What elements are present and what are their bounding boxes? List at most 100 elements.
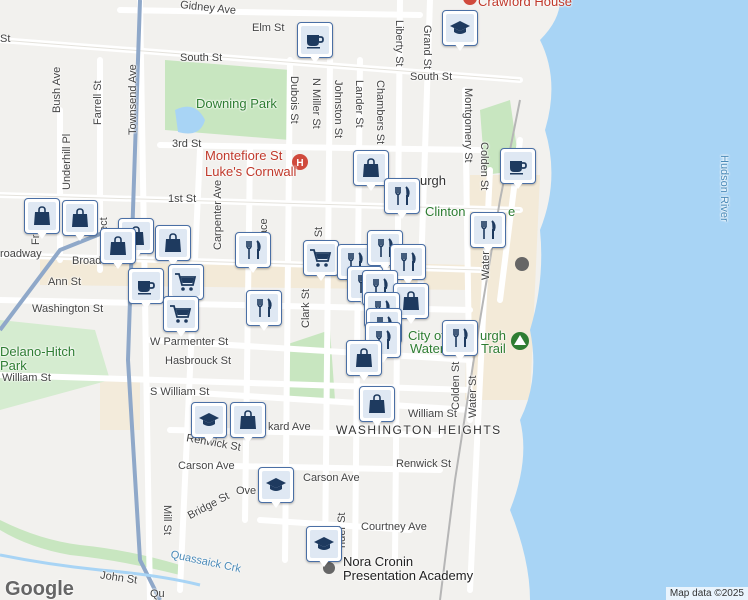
street-label-ove: Ove: [236, 485, 257, 497]
fork-knife-icon: [446, 324, 474, 352]
waterfront-label-2b: Trail: [481, 341, 506, 356]
crawford-house-label: Crawford House: [478, 0, 572, 9]
fork-knife-marker[interactable]: [235, 232, 271, 276]
street-label-packard: kard Ave: [268, 421, 311, 433]
street-label-grand: Grand St: [421, 25, 433, 70]
fork-knife-marker[interactable]: [384, 178, 420, 222]
graduation-cap-marker[interactable]: [442, 10, 478, 54]
street-label-courtney: Courtney Ave: [361, 521, 427, 533]
shopping-cart-icon: [167, 300, 195, 328]
graduation-cap-icon: [262, 471, 290, 499]
shopping-bag-marker[interactable]: [155, 225, 191, 269]
clinton-label-tail: e: [508, 204, 516, 219]
shopping-bag-marker[interactable]: [230, 402, 266, 446]
shopping-bag-icon: [159, 229, 187, 257]
park-label-downing: Downing Park: [196, 96, 277, 111]
street-label-south-right: South St: [410, 71, 453, 83]
street-label-farrell: Farrell St: [92, 80, 104, 125]
coffee-cup-icon: [504, 152, 532, 180]
street-label-s-william: S William St: [150, 386, 210, 398]
school-label-2: Presentation Academy: [343, 568, 474, 583]
map-attribution[interactable]: Map data ©2025: [665, 587, 748, 600]
shopping-bag-icon: [28, 202, 56, 230]
hospital-label-2: Luke's Cornwall: [205, 164, 297, 179]
map[interactable]: H Gidney Ave Elm St St South St South St…: [0, 0, 748, 600]
shopping-bag-marker[interactable]: [346, 340, 382, 384]
fork-knife-marker[interactable]: [246, 290, 282, 334]
school-label-1: Nora Cronin: [343, 554, 414, 569]
street-label-mill: Mill St: [161, 505, 173, 535]
coffee-cup-icon: [301, 26, 329, 54]
street-label-carpenter: Carpenter Ave: [212, 179, 224, 250]
city-label-newburgh: urgh: [420, 173, 447, 188]
street-label-lander: Lander St: [353, 80, 365, 128]
fork-knife-icon: [239, 236, 267, 264]
street-label-south-left: St: [0, 33, 11, 45]
shopping-bag-marker[interactable]: [100, 228, 136, 272]
svg-text:H: H: [296, 158, 303, 169]
street-label-ann: Ann St: [48, 276, 82, 288]
street-label-renwick-right: Renwick St: [396, 458, 452, 470]
street-label-chambers: Chambers St: [374, 80, 386, 145]
street-label-water-bottom: Water St: [467, 375, 479, 418]
street-label-colden-top: Colden St: [478, 142, 490, 191]
street-label-third: 3rd St: [172, 138, 202, 150]
street-label-n-miller: N Miller St: [310, 78, 322, 129]
fork-knife-icon: [474, 216, 502, 244]
street-label-liberty: Liberty St: [393, 20, 405, 67]
shopping-bag-icon: [66, 204, 94, 232]
street-label-colden-bottom: Colden St: [450, 361, 462, 410]
coffee-cup-marker[interactable]: [500, 148, 536, 192]
street-label-montgomery: Montgomery St: [462, 88, 474, 163]
shopping-bag-marker[interactable]: [62, 200, 98, 244]
fork-knife-icon: [388, 182, 416, 210]
shopping-cart-marker[interactable]: [163, 296, 199, 340]
street-label-broadway-left: roadway: [0, 248, 42, 260]
graduation-cap-marker[interactable]: [191, 402, 227, 446]
fork-knife-icon: [394, 248, 422, 276]
fork-knife-icon: [250, 294, 278, 322]
shopping-bag-icon: [234, 406, 262, 434]
street-label-clark: Clark St: [300, 288, 312, 328]
coffee-cup-marker[interactable]: [297, 22, 333, 66]
street-label-hasbrouck: Hasbrouck St: [165, 355, 232, 367]
street-label-elm: Elm St: [252, 22, 285, 34]
street-label-carson-left: Carson Ave: [178, 460, 235, 472]
shopping-bag-icon: [363, 390, 391, 418]
street-label-dubois: Dubois St: [288, 76, 300, 124]
shopping-bag-icon: [357, 154, 385, 182]
street-label-south-mid: South St: [180, 52, 223, 64]
shopping-bag-marker[interactable]: [359, 386, 395, 430]
street-label-bush: Bush Ave: [51, 66, 63, 113]
graduation-cap-marker[interactable]: [306, 526, 342, 570]
google-logo: Google: [5, 578, 74, 600]
fork-knife-marker[interactable]: [470, 212, 506, 256]
street-label-first: 1st St: [168, 193, 197, 205]
coffee-cup-marker[interactable]: [128, 268, 164, 312]
hospital-label-1: Montefiore St: [205, 148, 283, 163]
street-label-underhill: Underhill Pl: [61, 133, 73, 190]
shopping-cart-marker[interactable]: [303, 240, 339, 284]
street-label-townsend: Townsend Ave: [127, 64, 139, 135]
clinton-label: Clinton: [425, 204, 466, 219]
fork-knife-marker[interactable]: [442, 320, 478, 364]
river-label: Hudson River: [718, 155, 730, 222]
graduation-cap-icon: [195, 406, 223, 434]
coffee-cup-icon: [132, 272, 160, 300]
shopping-cart-icon: [172, 268, 200, 296]
shopping-bag-icon: [104, 232, 132, 260]
shopping-cart-icon: [307, 244, 335, 272]
street-label-carson-right: Carson Ave: [303, 472, 360, 484]
street-label-johnston: Johnston St: [332, 80, 344, 139]
street-label-william: William St: [2, 372, 51, 384]
park-label-delano-1: Delano-Hitch: [0, 344, 76, 359]
graduation-cap-icon: [446, 14, 474, 42]
park-label-delano-2: Park: [0, 358, 27, 373]
graduation-cap-marker[interactable]: [258, 467, 294, 511]
shopping-bag-marker[interactable]: [24, 198, 60, 242]
waterfront-label-2a: Water: [410, 341, 445, 356]
graduation-cap-icon: [310, 530, 338, 558]
street-label-washington: Washington St: [32, 303, 104, 315]
shopping-bag-icon: [350, 344, 378, 372]
street-label-qu: Qu: [150, 588, 165, 600]
